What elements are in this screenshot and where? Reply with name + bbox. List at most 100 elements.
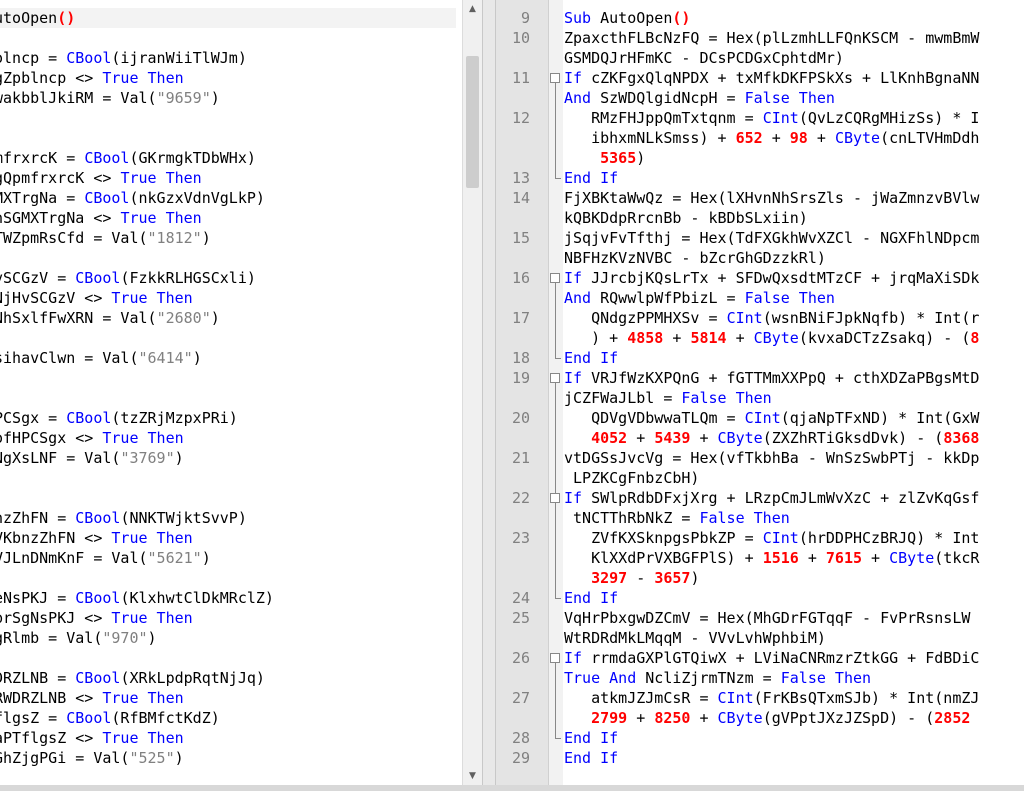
code-line[interactable]: FjXBKtaWwQz = Hex(lXHvnNhSrsZls - jWaZmn… (564, 188, 979, 208)
code-line[interactable]: aPTflgsZ <> True Then (0, 728, 184, 748)
code-line[interactable]: tNCTThRbNkZ = False Then (564, 508, 790, 528)
code-line[interactable]: gZpblncp <> True Then (0, 68, 184, 88)
code-line[interactable]: mfrxrcK = CBool(GKrmgkTDbWHx) (0, 148, 256, 168)
code-line[interactable]: End If (564, 748, 618, 768)
code-line[interactable]: VJLnDNmKnF = Val("5621") (0, 548, 211, 568)
code-line[interactable]: jSqjvFvTfthj = Hex(TdFXGkhWvXZCl - NGXFh… (564, 228, 979, 248)
code-line[interactable]: GhZjgPGi = Val("525") (0, 748, 184, 768)
fold-toggle-icon[interactable] (550, 653, 560, 663)
code-line[interactable]: ZpaxcthFLBcNzFQ = Hex(plLzmhLLFQnKSCM - … (564, 28, 979, 48)
code-line[interactable]: eNsPKJ = CBool(KlxhwtClDkMRclZ) (0, 588, 274, 608)
line-number: 23 (511, 529, 530, 547)
code-line[interactable]: End If (564, 168, 618, 188)
code-token: sihavClwn = Val( (0, 349, 139, 367)
code-line[interactable]: RWDRZLNB <> True Then (0, 688, 184, 708)
code-line[interactable]: End If (564, 728, 618, 748)
code-token: (FrKBsQTxmSJb) * Int(nmZJ (753, 689, 980, 707)
code-line[interactable]: olncp = CBool(ijranWiiTlWJm) (0, 48, 247, 68)
fold-toggle-icon[interactable] (550, 273, 560, 283)
code-line[interactable]: gQpmfrxrcK <> True Then (0, 168, 202, 188)
code-line[interactable]: NhSxlfFwXRN = Val("2680") (0, 308, 220, 328)
code-line[interactable]: prSgNsPKJ <> True Then (0, 608, 193, 628)
fold-margin[interactable] (549, 0, 563, 791)
code-token: kQBKDdpRrcnBb - kBDbSLxiin) (564, 209, 808, 227)
code-line[interactable]: jCZFWaJLbl = False Then (564, 388, 772, 408)
code-line[interactable]: End If (564, 588, 618, 608)
line-number (496, 428, 530, 448)
code-line[interactable]: And RQwwlpWfPbizL = False Then (564, 288, 835, 308)
code-line[interactable]: And SzWDQlgidNcpH = False Then (564, 88, 835, 108)
code-line[interactable]: atkmJZJmCsR = CInt(FrKBsQTxmSJb) * Int(n… (564, 688, 979, 708)
code-line[interactable]: gRlmb = Val("970") (0, 628, 157, 648)
line-number (496, 208, 530, 228)
code-line[interactable]: Sub AutoOpen() (564, 8, 690, 28)
horizontal-scrollbar[interactable] (0, 785, 1024, 791)
code-line[interactable]: vtDGSsJvcVg = Hex(vfTkbhBa - WnSzSwbPTj … (564, 448, 979, 468)
code-line[interactable]: If VRJfWzKXPQnG + fGTTMmXXPpQ + cthXDZaP… (564, 368, 979, 388)
code-line[interactable]: sihavClwn = Val("6414") (0, 348, 202, 368)
code-line[interactable]: If cZKFgxQlqNPDX + txMfkDKFPSkXs + LlKnh… (564, 68, 979, 88)
code-line[interactable]: PCSgx = CBool(tzZRjMzpxPRi) (0, 408, 238, 428)
code-token: GSMDQJrHFmKC - DCsPCDGxCphtdMr) (564, 49, 844, 67)
code-line[interactable]: TWZpmRsCfd = Val("1812") (0, 228, 211, 248)
code-line[interactable]: utoOpen() (0, 8, 456, 28)
code-line[interactable]: kQBKDdpRrcnBb - kBDbSLxiin) (564, 208, 808, 228)
code-line[interactable]: ZVfKXSknpgsPbkZP = CInt(hrDDPHCzBRJQ) * … (564, 528, 979, 548)
fold-toggle-icon[interactable] (550, 73, 560, 83)
code-line[interactable]: NjHvSCGzV <> True Then (0, 288, 193, 308)
code-line[interactable]: 4052 + 5439 + CByte(ZXZhRTiGksdDvk) - (8… (564, 428, 979, 448)
scroll-thumb[interactable] (466, 56, 479, 188)
code-line[interactable]: True And NcliZjrmTNzm = False Then (564, 668, 871, 688)
left-editor-pane[interactable]: utoOpen() olncp = CBool(ijranWiiTlWJm) gZp… (0, 0, 462, 791)
fold-toggle-icon[interactable] (550, 493, 560, 503)
code-line[interactable]: If SWlpRdbDFxjXrg + LRzpCmJLmWvXzC + zlZ… (564, 488, 979, 508)
scroll-down-arrow-icon[interactable]: ▼ (463, 767, 482, 785)
code-token: (XRkLpdpRqtNjJq) (120, 669, 265, 687)
right-editor-pane[interactable]: 9 10 11 12 13 14 15 16 17 18 19 20 21 22 23 24 25 26 27 28 2… (496, 0, 1024, 791)
code-line[interactable]: QNdgzPPMHXSv = CInt(wsnBNiFJpkNqfb) * In… (564, 308, 979, 328)
line-number: 27 (511, 689, 530, 707)
pane-splitter[interactable] (482, 0, 496, 791)
code-line[interactable]: NBFHzKVzNVBC - bZcrGhGDzzkRl) (564, 248, 826, 268)
code-line[interactable]: End If (564, 348, 618, 368)
scroll-up-arrow-icon[interactable]: ▲ (463, 0, 482, 18)
code-line[interactable]: 3297 - 3657) (564, 568, 699, 588)
code-line[interactable]: 2799 + 8250 + CByte(gVPptJXzJZSpD) - (28… (564, 708, 970, 728)
code-line[interactable]: MXTrgNa = CBool(nkGzxVdnVgLkP) (0, 188, 265, 208)
line-number: 15 (511, 229, 530, 247)
code-line[interactable]: If rrmdaGXPlGTQiwX + LViNaCNRmzrZtkGG + … (564, 648, 979, 668)
fold-toggle-icon[interactable] (550, 373, 560, 383)
code-token: ) (174, 749, 184, 767)
code-line[interactable]: flgsZ = CBool(RfBMfctKdZ) (0, 708, 220, 728)
code-line[interactable]: VqHrPbxgwDZCmV = Hex(MhGDrFGTqqF - FvPrR… (564, 608, 970, 628)
code-line[interactable]: WtRDRdMkLMqqM - VVvLvhWphbiM) (564, 628, 826, 648)
code-line[interactable]: If JJrcbjKQsLrTx + SFDwQxsdtMTzCF + jrqM… (564, 268, 979, 288)
code-token: 8368 (943, 429, 980, 447)
code-line[interactable]: ibhxmNLkSmss) + 652 + 98 + CByte(cnLTVHm… (564, 128, 979, 148)
code-token: SzWDQlgidNcpH = (600, 89, 745, 107)
code-token: True Then (120, 209, 202, 227)
code-line[interactable]: wakbblJkiRM = Val("9659") (0, 88, 220, 108)
code-line[interactable]: GSMDQJrHFmKC - DCsPCDGxCphtdMr) (564, 48, 844, 68)
code-token: RMzFHJppQmTxtqnm = (564, 109, 763, 127)
code-line[interactable]: LPZKCgFnbzCbH) (564, 468, 699, 488)
code-line[interactable]: NgXsLNF = Val("3769") (0, 448, 184, 468)
code-line[interactable]: KlXXdPrVXBGFPlS) + 1516 + 7615 + CByte(t… (564, 548, 979, 568)
code-line[interactable]: VKbnzZhFN <> True Then (0, 528, 193, 548)
code-line[interactable]: vSCGzV = CBool(FzkkRLHGSCxli) (0, 268, 256, 288)
code-line[interactable]: 5365) (564, 148, 645, 168)
code-line[interactable]: RMzFHJppQmTxtqnm = CInt(QvLzCQRgMHizSs) … (564, 108, 979, 128)
code-token: "1812" (147, 229, 202, 247)
code-line[interactable]: DRZLNB = CBool(XRkLpdpRqtNjJq) (0, 668, 265, 688)
left-vertical-scrollbar[interactable]: ▲ ▼ (462, 0, 482, 791)
code-token: (ZXZhRTiGksdDvk) - ( (762, 429, 944, 447)
code-line[interactable]: QDVgVDbwwaTLQm = CInt(qjaNpTFxND) * Int(… (564, 408, 979, 428)
code-token: WtRDRdMkLMqqM - VVvLvhWphbiM) (564, 629, 826, 647)
code-line[interactable]: ofHPCSgx <> True Then (0, 428, 184, 448)
code-line[interactable]: nzZhFN = CBool(NNKTWjktSvvP) (0, 508, 247, 528)
code-token: PCSgx = (0, 409, 67, 427)
code-line[interactable]: ) + 4858 + 5814 + CByte(kvxaDCTzZsakq) -… (564, 328, 979, 348)
code-line[interactable]: nSGMXTrgNa <> True Then (0, 208, 202, 228)
code-token: ZVfKXSknpgsPbkZP = (564, 529, 763, 547)
line-number: 19 (511, 369, 530, 387)
